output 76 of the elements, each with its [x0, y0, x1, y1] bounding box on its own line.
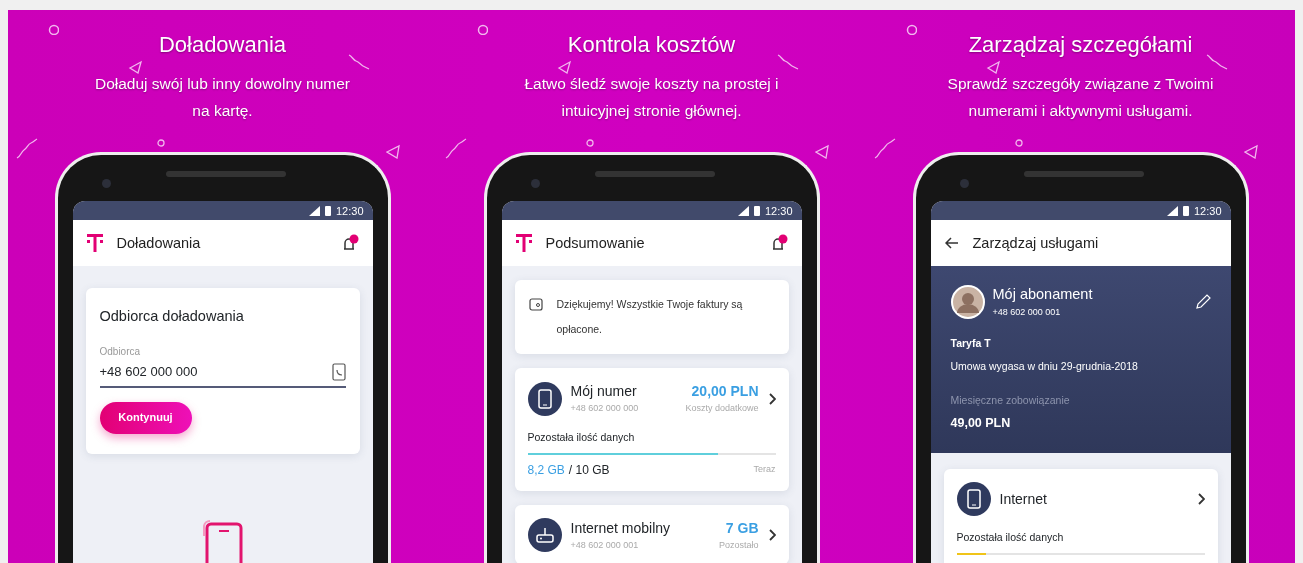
triangle-icon: [986, 60, 1001, 75]
screen-title: Podsumowanie: [545, 233, 646, 253]
back-arrow-icon[interactable]: [944, 237, 959, 250]
commitment-label: Miesięczne zobowiązanie: [950, 393, 1071, 409]
camera-dot: [959, 179, 969, 189]
ring-icon: [906, 24, 917, 35]
battery-icon: [753, 205, 760, 216]
logo-icon: [86, 234, 103, 253]
amount: 7 GB: [724, 518, 759, 538]
contact-book-icon[interactable]: [331, 362, 346, 381]
pencil-icon[interactable]: [1194, 294, 1211, 310]
line-name: Internet mobilny: [570, 518, 672, 538]
triangle-icon: [386, 144, 401, 159]
panel-subtitle: Sprawdź szczegóły związane z Twoimi numerami i aktywnymi usługami.: [947, 74, 1214, 122]
panel-subtitle: Doładuj swój lub inny dowolny numer na kartę.: [95, 74, 350, 122]
ring-icon: [1014, 138, 1023, 147]
usage-label: Pozostała ilość danych: [527, 429, 636, 445]
squiggle-icon: [874, 138, 897, 161]
continue-button[interactable]: Kontynuuj: [99, 401, 192, 434]
service-name: Internet: [999, 489, 1048, 509]
signal-icon: [308, 205, 320, 216]
status-time: 12:30: [1193, 203, 1222, 219]
panel-title: Zarządzaj szczegółami: [968, 32, 1193, 59]
amount: 20,00 PLN: [690, 382, 759, 402]
commitment-amount: 49,00 PLN: [950, 414, 1012, 432]
signal-icon: [737, 205, 749, 216]
screen-title: Zarządzaj usługami: [972, 233, 1100, 253]
panel-subtitle: Łatwo śledź swoje koszty na prostej i intuicyjnej stronie głównej.: [524, 74, 779, 122]
amount-label: Pozostało: [718, 538, 759, 552]
avatar-icon: [950, 285, 985, 319]
data-total: / 10 GB: [568, 461, 611, 479]
squiggle-icon: [16, 138, 39, 161]
status-time: 12:30: [335, 203, 364, 219]
chevron-icon[interactable]: [767, 392, 776, 405]
logo-icon: [515, 234, 532, 253]
usage-label: Pozostała ilość danych: [956, 530, 1065, 546]
camera-dot: [101, 179, 111, 189]
update-time: Teraz: [753, 462, 776, 476]
field-label: Odbiorca: [99, 345, 142, 360]
data-used: 8,2 GB: [527, 461, 565, 479]
panel-title: Doładowania: [158, 32, 287, 59]
plan-name: Mój abonament: [992, 285, 1094, 305]
tariff-name: Taryfa T: [950, 335, 992, 351]
router-icon: [535, 525, 554, 544]
amount-label: Koszty dodatkowe: [685, 402, 759, 416]
camera-dot: [530, 179, 540, 189]
ring-icon: [477, 24, 488, 35]
screen-title: Doładowania: [116, 233, 202, 253]
phone-number: +48 602 000 001: [570, 538, 640, 552]
battery-icon: [324, 205, 331, 216]
signal-icon: [1166, 205, 1178, 216]
notice-text: Dziękujemy! Wszystkie Twoje faktury są opłacone.: [556, 297, 744, 338]
phone-illustration-icon: [200, 519, 245, 563]
field-value: +48 602 000 000: [99, 363, 198, 382]
triangle-icon: [128, 60, 143, 75]
panel-title: Kontrola kosztów: [567, 32, 736, 59]
battery-icon: [1182, 205, 1189, 216]
chevron-icon[interactable]: [1196, 493, 1205, 506]
contract-text: Umowa wygasa w dniu 29-grudnia-2018: [950, 359, 1139, 375]
receipt-icon: [528, 297, 543, 312]
phone-number: +48 602 000 000: [570, 402, 640, 416]
line-name: Mój numer: [570, 382, 638, 402]
card-title: Odbiorca doładowania: [99, 307, 245, 327]
ring-icon: [585, 138, 594, 147]
chevron-icon[interactable]: [767, 528, 776, 541]
triangle-icon: [1244, 144, 1259, 159]
phone-number: +48 602 000 001: [992, 306, 1062, 320]
phone-icon: [537, 388, 552, 409]
ring-icon: [156, 138, 165, 147]
input-field[interactable]: +48 602 000 000: [99, 359, 346, 388]
ring-icon: [48, 24, 59, 35]
triangle-icon: [815, 144, 830, 159]
triangle-icon: [557, 60, 572, 75]
squiggle-icon: [445, 138, 468, 161]
status-time: 12:30: [764, 203, 793, 219]
phone-icon: [966, 489, 981, 510]
